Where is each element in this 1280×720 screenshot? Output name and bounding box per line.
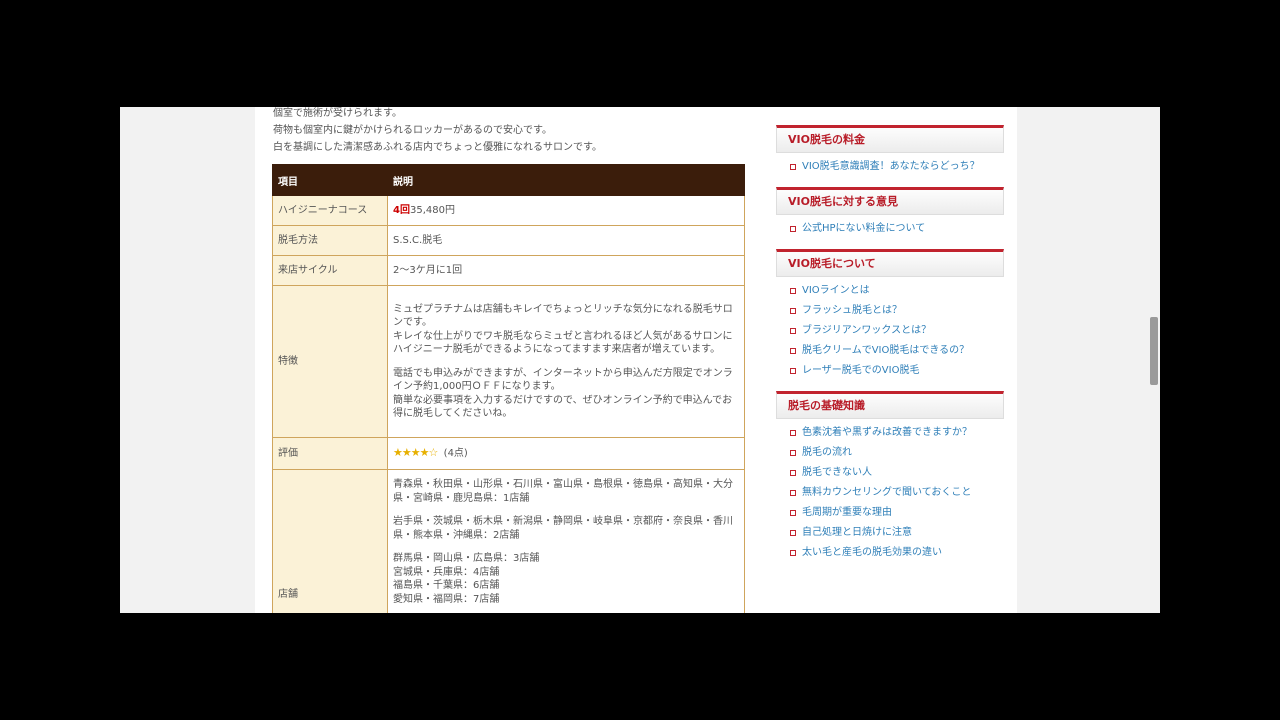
features-paragraph: キレイな仕上がりでワキ脱毛ならミュゼと言われるほど人気があるサロンにハイジニーナ… [393, 330, 733, 356]
widget-vio-opinion: VIO脱毛に対する意見 公式HPにない料金について [776, 187, 1004, 235]
sidebar-link[interactable]: 脱毛クリームでVIO脱毛はできるの？ [790, 345, 1004, 357]
features-text: ミュゼプラチナムは店舗もキレイでちょっとリッチな気分になれる脱毛サロンです。 キ… [387, 285, 745, 438]
sidebar-link[interactable]: フラッシュ脱毛とは？ [790, 305, 1004, 317]
widget-basics: 脱毛の基礎知識 色素沈着や黒ずみは改善できますか？ 脱毛の流れ 脱毛できない人 … [776, 391, 1004, 559]
sidebar-link[interactable]: 色素沈着や黒ずみは改善できますか？ [790, 427, 1004, 439]
table-row: 脱毛方法 S.S.C.脱毛 [272, 225, 745, 256]
table-row: 来店サイクル 2～3ケ月に1回 [272, 255, 745, 286]
intro-line: 白を基調にした清潔感あふれる店内でちょっと優雅になれるサロンです。 [273, 142, 602, 153]
page-content: 個室で施術が受けられます。 荷物も個室内に鍵がかけられるロッカーがあるので安心で… [255, 107, 1017, 613]
table-header-row: 項目 説明 [272, 164, 745, 196]
sidebar-link[interactable]: VIOラインとは [790, 285, 1004, 297]
widget-title: VIO脱毛に対する意見 [776, 187, 1004, 215]
stores-group: 岩手県・茨城県・栃木県・新潟県・静岡県・岐阜県・京都府・奈良県・香川県・熊本県・… [393, 516, 733, 541]
table-row: 特徴 ミュゼプラチナムは店舗もキレイでちょっとリッチな気分になれる脱毛サロンです… [272, 285, 745, 438]
features-paragraph: 簡単な必要事項を入力するだけですので、ぜひオンライン予約で申込んでお得に脱毛して… [393, 394, 733, 420]
row-value: 2～3ケ月に1回 [387, 255, 745, 286]
widget-vio-about: VIO脱毛について VIOラインとは フラッシュ脱毛とは？ ブラジリアンワックス… [776, 249, 1004, 377]
stores-line: 愛知県・福岡県：7店舗 [393, 593, 500, 605]
course-price: 4回35,480円 [387, 195, 745, 226]
star-rating-icon: ★★★★☆ [393, 446, 438, 460]
stores-group: 青森県・秋田県・山形県・石川県・富山県・島根県・徳島県・高知県・大分県・宮崎県・… [393, 479, 733, 504]
sidebar-link[interactable]: 太い毛と産毛の脱毛効果の違い [790, 547, 1004, 559]
course-price-value: 35,480円 [409, 204, 455, 216]
sidebar-link[interactable]: VIO脱毛意識調査！あなたならどっち？ [790, 161, 1004, 173]
header-description: 説明 [387, 164, 745, 196]
rating-score: (4点) [443, 448, 468, 460]
intro-text: 個室で施術が受けられます。 荷物も個室内に鍵がかけられるロッカーがあるので安心で… [273, 107, 743, 156]
stores-line: 群馬県・岡山県・広島県：3店舗 [393, 553, 540, 564]
sidebar: VIO脱毛の料金 VIO脱毛意識調査！あなたならどっち？ VIO脱毛に対する意見… [776, 125, 1004, 573]
features-paragraph: ミュゼプラチナムは店舗もキレイでちょっとリッチな気分になれる脱毛サロンです。 [393, 303, 733, 329]
browser-viewport: 個室で施術が受けられます。 荷物も個室内に鍵がかけられるロッカーがあるので安心で… [120, 107, 1160, 613]
sidebar-link[interactable]: 自己処理と日焼けに注意 [790, 527, 1004, 539]
row-label: 店舗 [272, 469, 388, 613]
stores-text: 青森県・秋田県・山形県・石川県・富山県・島根県・徳島県・高知県・大分県・宮崎県・… [387, 469, 745, 613]
widget-title: 脱毛の基礎知識 [776, 391, 1004, 419]
sidebar-link[interactable]: ブラジリアンワックスとは？ [790, 325, 1004, 337]
sidebar-link[interactable]: 公式HPにない料金について [790, 223, 1004, 235]
intro-line: 荷物も個室内に鍵がかけられるロッカーがあるので安心です。 [273, 125, 552, 136]
row-label: 脱毛方法 [272, 225, 388, 256]
table-row: 店舗 青森県・秋田県・山形県・石川県・富山県・島根県・徳島県・高知県・大分県・宮… [272, 469, 745, 613]
row-label: 来店サイクル [272, 255, 388, 286]
table-row: 評価 ★★★★☆ (4点) [272, 437, 745, 470]
stores-line: 福島県・千葉県：6店舗 [393, 580, 500, 591]
stores-line: 宮城県・兵庫県：4店舗 [393, 566, 500, 578]
intro-line: 個室で施術が受けられます。 [273, 108, 402, 119]
course-count: 4回 [393, 204, 410, 216]
table-row: ハイジニーナコース 4回35,480円 [272, 195, 745, 226]
features-paragraph: 電話でも申込みができますが、インターネットから申込んだ方限定でオンライン予約1,… [393, 367, 733, 393]
salon-info-table: 項目 説明 ハイジニーナコース 4回35,480円 脱毛方法 S.S.C.脱毛 … [272, 164, 745, 613]
row-value: S.S.C.脱毛 [387, 225, 745, 256]
sidebar-link[interactable]: 脱毛できない人 [790, 467, 1004, 479]
row-label: 特徴 [272, 285, 388, 438]
sidebar-link[interactable]: 脱毛の流れ [790, 447, 1004, 459]
widget-vio-price: VIO脱毛の料金 VIO脱毛意識調査！あなたならどっち？ [776, 125, 1004, 173]
row-label: ハイジニーナコース [272, 195, 388, 226]
widget-title: VIO脱毛の料金 [776, 125, 1004, 153]
sidebar-link[interactable]: 無料カウンセリングで聞いておくこと [790, 487, 1004, 499]
sidebar-link[interactable]: レーザー脱毛でのVIO脱毛 [790, 365, 1004, 377]
header-item: 項目 [272, 164, 388, 196]
row-label: 評価 [272, 437, 388, 470]
rating-value: ★★★★☆ (4点) [387, 437, 745, 470]
widget-title: VIO脱毛について [776, 249, 1004, 277]
sidebar-link[interactable]: 毛周期が重要な理由 [790, 507, 1004, 519]
scrollbar-thumb[interactable] [1150, 317, 1158, 385]
